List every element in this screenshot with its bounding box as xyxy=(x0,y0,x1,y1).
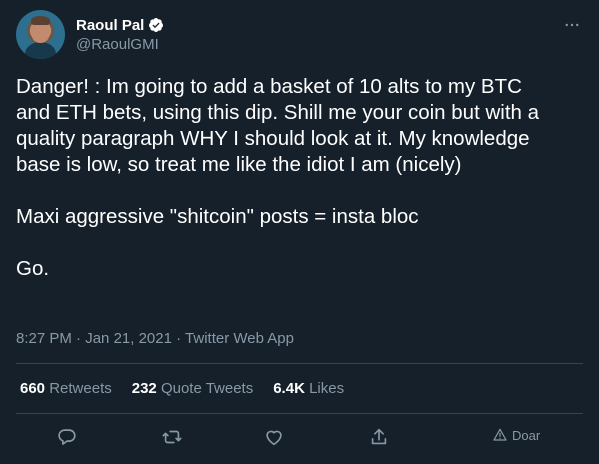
tweet-line: Danger! : Im going to add a basket of 10… xyxy=(16,75,522,98)
tweet-source[interactable]: Twitter Web App xyxy=(185,330,294,347)
verified-icon xyxy=(149,18,164,32)
retweets-count: 660 xyxy=(20,380,46,397)
display-name-row: Raoul Pal xyxy=(76,15,164,35)
tweet-time[interactable]: 8:27 PM xyxy=(16,330,72,347)
action-bar: Doar xyxy=(16,423,583,453)
retweet-icon xyxy=(162,430,182,444)
likes-stat[interactable]: 6.4K Likes xyxy=(273,380,344,397)
avatar-hair xyxy=(31,16,50,25)
likes-label: Likes xyxy=(309,380,345,397)
handle[interactable]: @RaoulGMI xyxy=(76,36,164,53)
more-icon[interactable] xyxy=(563,16,581,34)
quotes-count: 232 xyxy=(131,380,157,397)
tweet-card: Raoul Pal @RaoulGMI Danger! : Im going t… xyxy=(0,0,599,464)
avatar[interactable] xyxy=(16,10,65,59)
reply-icon xyxy=(58,429,76,445)
reply-button[interactable] xyxy=(56,426,78,448)
author-names: Raoul Pal @RaoulGMI xyxy=(76,15,164,53)
share-icon xyxy=(371,428,387,445)
quotes-stat[interactable]: 232 Quote Tweets xyxy=(132,380,253,397)
divider xyxy=(16,413,583,414)
like-button[interactable] xyxy=(263,426,285,448)
avatar-shirt xyxy=(25,42,56,59)
tweet-line: quality paragraph WHY I should look at i… xyxy=(16,127,530,150)
retweets-label: Retweets xyxy=(49,380,112,397)
meta-separator: · xyxy=(76,330,86,347)
share-button[interactable] xyxy=(368,426,390,448)
dismiss-icon xyxy=(493,428,507,441)
tweet-line: base is low, so treat me like the idiot … xyxy=(16,153,462,176)
divider xyxy=(16,363,583,364)
tweet-header: Raoul Pal @RaoulGMI xyxy=(16,10,583,60)
dismiss-label: Doar xyxy=(512,427,541,443)
tweet-date[interactable]: Jan 21, 2021 xyxy=(85,330,172,347)
tweet-line: and ETH bets, using this dip. Shill me y… xyxy=(16,101,540,124)
tweet-line: Maxi aggressive "shitcoin" posts = insta… xyxy=(16,205,419,228)
display-name[interactable]: Raoul Pal xyxy=(76,17,144,34)
tweet-line-blank xyxy=(16,230,583,256)
dismiss-button[interactable]: Doar xyxy=(492,427,540,443)
tweet-text: Danger! : Im going to add a basket of 10… xyxy=(16,74,583,282)
tweet-meta: 8:27 PM · Jan 21, 2021 · Twitter Web App xyxy=(16,330,294,347)
quotes-label: Quote Tweets xyxy=(160,380,254,397)
like-icon xyxy=(266,430,282,446)
tweet-stats: 660 Retweets 232 Quote Tweets 6.4K Likes xyxy=(20,380,364,397)
retweet-button[interactable] xyxy=(161,426,183,448)
tweet-line: Go. xyxy=(16,257,50,280)
tweet-line-blank xyxy=(16,178,583,204)
meta-separator: · xyxy=(176,330,186,347)
retweets-stat[interactable]: 660 Retweets xyxy=(20,380,112,397)
likes-count: 6.4K xyxy=(273,380,305,397)
